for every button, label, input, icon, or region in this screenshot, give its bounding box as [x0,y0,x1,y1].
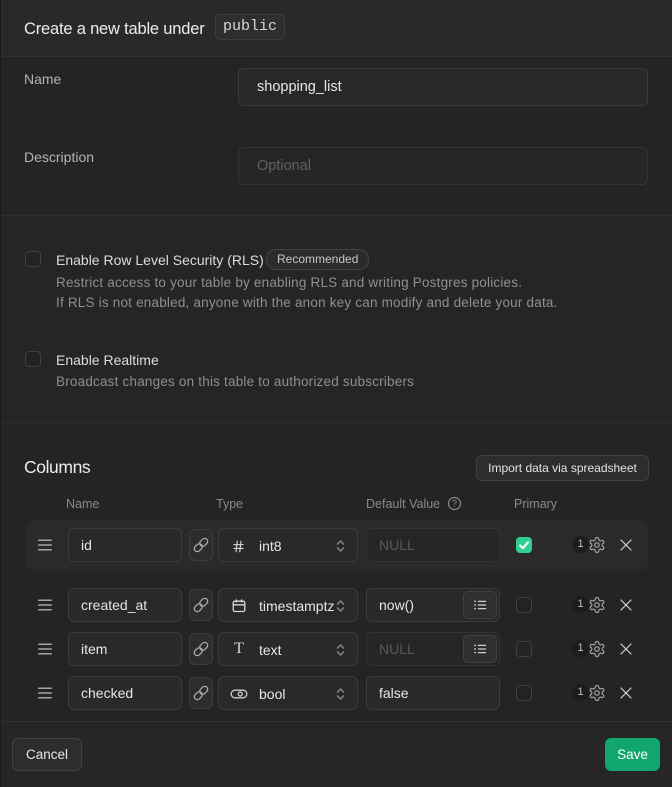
svg-text:?: ? [452,499,457,509]
